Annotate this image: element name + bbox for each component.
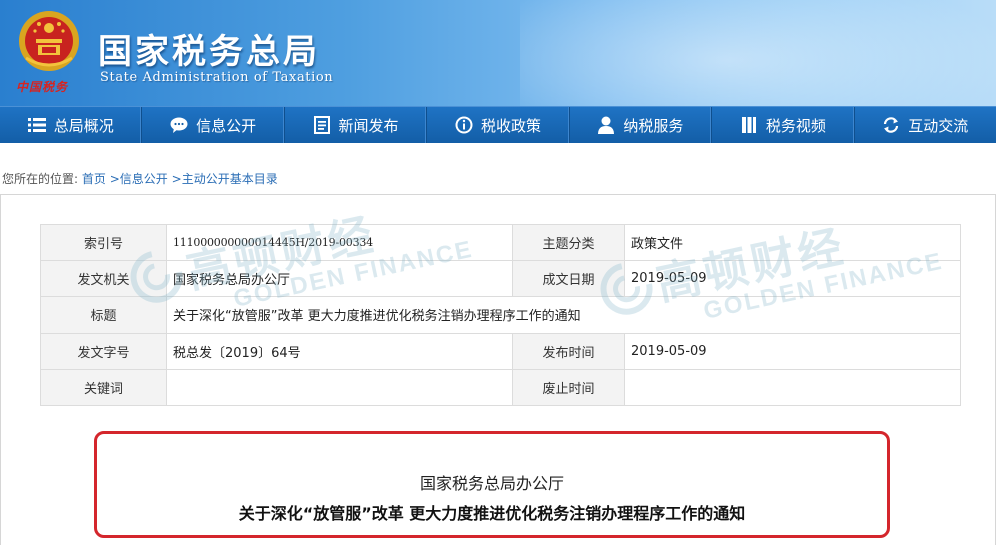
emblem-caption: 中国税务: [16, 80, 69, 94]
nav-item-label: 信息公开: [196, 116, 257, 135]
nav-item-tax-policy[interactable]: 税收政策: [427, 107, 570, 143]
nav-item-label: 税收政策: [480, 116, 541, 135]
tax-emblem-icon[interactable]: [14, 6, 84, 76]
notice-title: 关于深化“放管服”改革 更大力度推进优化税务注销办理程序工作的通知: [238, 504, 746, 523]
date-written-label: 成文日期: [512, 260, 625, 298]
breadcrumb-link-info-disclosure[interactable]: 信息公开: [120, 172, 168, 186]
info-circle-icon: [455, 116, 473, 134]
speech-bubble-icon: [170, 116, 188, 134]
date-written-value: 2019-05-09: [624, 260, 961, 298]
title-label: 标题: [40, 296, 167, 334]
index-number-value: 111000000000014445H/2019-00334: [166, 223, 513, 262]
refresh-arrows-icon: [882, 116, 900, 134]
notice-highlight-box: 国家税务总局办公厅 关于深化“放管服”改革 更大力度推进优化税务注销办理程序工作…: [94, 431, 890, 538]
main-nav: 总局概况 信息公开 新闻发布 税收政策 纳税服务 税务视频 互动交流: [0, 106, 996, 143]
nav-item-label: 总局概况: [53, 116, 114, 135]
nav-item-overview[interactable]: 总局概况: [0, 107, 143, 143]
keywords-label: 关键词: [40, 368, 167, 407]
breadcrumb-separator: >: [109, 172, 120, 186]
site-title[interactable]: 国家税务总局: [98, 24, 320, 73]
table-row: 索引号 111000000000014445H/2019-00334 主题分类 …: [40, 223, 961, 262]
table-row: 发文机关 国家税务总局办公厅 成文日期 2019-05-09: [40, 260, 961, 298]
nav-item-info-disclosure[interactable]: 信息公开: [142, 107, 285, 143]
breadcrumb-link-home[interactable]: 首页: [82, 172, 106, 186]
document-number-label: 发文字号: [40, 332, 167, 370]
keywords-value: [166, 368, 513, 407]
table-row: 关键词 废止时间: [40, 368, 961, 407]
site-subtitle: State Administration of Taxation: [100, 70, 334, 85]
table-row: 发文字号 税总发〔2019〕64号 发布时间 2019-05-09: [40, 332, 961, 370]
nav-item-taxpayer-service[interactable]: 纳税服务: [570, 107, 713, 143]
breadcrumb-separator: >: [171, 172, 182, 186]
header-glow: [520, 0, 996, 106]
title-value: 关于深化“放管服”改革 更大力度推进优化税务注销办理程序工作的通知: [166, 296, 961, 334]
repeal-time-label: 废止时间: [512, 368, 625, 407]
publish-time-value: 2019-05-09: [624, 332, 961, 370]
subject-category-label: 主题分类: [512, 223, 625, 262]
table-row: 标题 关于深化“放管服”改革 更大力度推进优化税务注销办理程序工作的通知: [40, 296, 961, 334]
list-menu-icon: [27, 116, 46, 134]
breadcrumb-prefix: 您所在的位置:: [2, 172, 79, 186]
film-icon: [740, 116, 758, 134]
document-icon: [313, 116, 331, 134]
nav-item-label: 互动交流: [908, 116, 969, 135]
nav-item-tax-video[interactable]: 税务视频: [712, 107, 855, 143]
issuing-agency-value: 国家税务总局办公厅: [166, 260, 513, 298]
user-icon: [597, 116, 615, 134]
issuing-agency-label: 发文机关: [40, 260, 167, 298]
subject-category-value: 政策文件: [624, 223, 961, 262]
nav-item-label: 新闻发布: [338, 116, 399, 135]
document-number-value: 税总发〔2019〕64号: [166, 332, 513, 370]
breadcrumb: 您所在的位置: 首页 >信息公开 >主动公开基本目录: [2, 170, 278, 187]
index-number-label: 索引号: [40, 223, 167, 262]
notice-issuing-office: 国家税务总局办公厅: [419, 474, 564, 493]
publish-time-label: 发布时间: [512, 332, 625, 370]
breadcrumb-link-catalog[interactable]: 主动公开基本目录: [182, 172, 278, 186]
nav-item-label: 税务视频: [765, 116, 826, 135]
nav-item-label: 纳税服务: [623, 116, 684, 135]
nav-item-interaction[interactable]: 互动交流: [855, 107, 996, 143]
site-header: 中国税务 国家税务总局 State Administration of Taxa…: [0, 0, 996, 106]
document-info-table: 索引号 111000000000014445H/2019-00334 主题分类 …: [40, 223, 961, 407]
repeal-time-value: [624, 368, 961, 407]
nav-item-news[interactable]: 新闻发布: [285, 107, 428, 143]
